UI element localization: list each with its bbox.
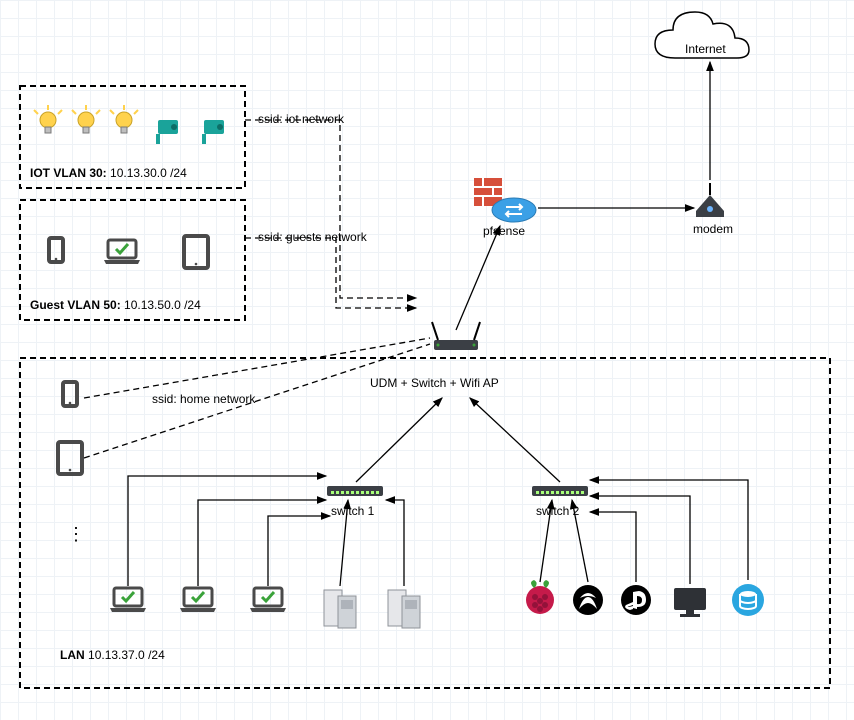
- pfsense-icon: [474, 178, 536, 222]
- server-icon: [388, 590, 420, 628]
- monitor-icon: [674, 588, 706, 617]
- link-dev-switch1: [268, 516, 330, 586]
- link-dev-switch2: [590, 512, 636, 582]
- link-switch1-udm: [356, 398, 442, 482]
- lan-label: LAN 10.13.37.0 /24: [60, 648, 165, 662]
- iot-ssid-label: ssid: iot network: [258, 112, 344, 126]
- modem-icon: [696, 183, 724, 217]
- wifi-iot-udm: [245, 120, 416, 298]
- guest-vlan-label: Guest VLAN 50: 10.13.50.0 /24: [30, 298, 201, 312]
- laptop-icon: [104, 240, 140, 264]
- pfsense-label: pfsense: [483, 224, 525, 238]
- bulb-icon: [72, 105, 100, 133]
- iot-vlan-label: IOT VLAN 30: 10.13.30.0 /24: [30, 166, 187, 180]
- bulb-icon: [34, 105, 62, 133]
- tablet-icon: [58, 442, 82, 474]
- guest-ssid-label: ssid: guests network: [258, 230, 367, 244]
- raspberry-icon: [526, 580, 554, 614]
- link-dev-switch1: [198, 500, 326, 586]
- link-udm-pfsense: [456, 226, 500, 330]
- switch2-label: switch 2: [536, 504, 579, 518]
- udm-label: UDM + Switch + Wifi AP: [370, 376, 499, 390]
- link-dev-switch1: [386, 500, 404, 586]
- internet-label: Internet: [685, 42, 726, 56]
- tablet-icon: [184, 236, 208, 268]
- phone-icon: [63, 382, 77, 406]
- diagram-canvas: ⋮: [0, 0, 854, 720]
- link-dev-switch2: [590, 480, 748, 580]
- link-dev-switch2: [590, 496, 690, 584]
- bulb-icon: [110, 105, 138, 133]
- wifi-lan-udm: [84, 344, 430, 458]
- lan-ssid-label: ssid: home network: [152, 392, 255, 406]
- laptop-icon: [250, 588, 286, 612]
- laptop-icon: [180, 588, 216, 612]
- switch2-icon: [532, 486, 588, 496]
- switch1-label: switch 1: [331, 504, 374, 518]
- link-switch2-udm: [470, 398, 560, 482]
- modem-label: modem: [693, 222, 733, 236]
- xbox-icon: [573, 585, 603, 615]
- switch1-icon: [327, 486, 383, 496]
- database-icon: [732, 584, 764, 616]
- link-dev-switch1: [128, 476, 326, 586]
- ellipsis-icon: ⋮: [67, 524, 85, 544]
- camera-icon: [202, 120, 224, 144]
- lan-box: [20, 358, 830, 688]
- server-icon: [324, 590, 356, 628]
- udm-icon: [432, 322, 480, 350]
- camera-icon: [156, 120, 178, 144]
- playstation-icon: [621, 585, 651, 615]
- laptop-icon: [110, 588, 146, 612]
- phone-icon: [49, 238, 63, 262]
